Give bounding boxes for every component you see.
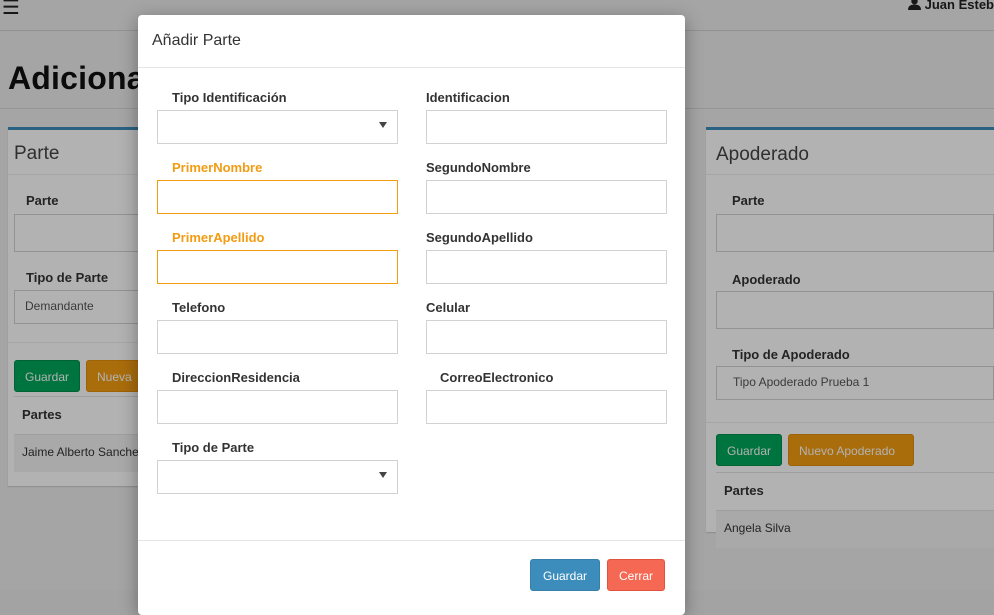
segundo-apellido-input[interactable] (426, 250, 667, 284)
caret-down-icon (379, 472, 387, 478)
direccion-residencia-label: DireccionResidencia (172, 370, 300, 385)
telefono-label: Telefono (172, 300, 226, 315)
caret-down-icon (379, 122, 387, 128)
modal-footer-divider (138, 540, 685, 541)
primer-nombre-label: PrimerNombre (172, 160, 263, 175)
identificacion-input[interactable] (426, 110, 667, 144)
primer-nombre-input[interactable] (157, 180, 398, 214)
celular-input[interactable] (426, 320, 667, 354)
direccion-residencia-input[interactable] (157, 390, 398, 424)
segundo-nombre-label: SegundoNombre (426, 160, 531, 175)
save-button[interactable]: Guardar (530, 559, 600, 591)
telefono-input[interactable] (157, 320, 398, 354)
tipo-parte-label: Tipo de Parte (172, 440, 255, 455)
identificacion-label: Identificacion (426, 90, 510, 105)
tipo-parte-select[interactable] (157, 460, 398, 494)
modal-title: Añadir Parte (152, 32, 241, 49)
modal-header: Añadir Parte (138, 15, 685, 68)
segundo-apellido-label: SegundoApellido (426, 230, 533, 245)
segundo-nombre-input[interactable] (426, 180, 667, 214)
primer-apellido-input[interactable] (157, 250, 398, 284)
tipo-identificacion-select[interactable] (157, 110, 398, 144)
add-parte-modal: Añadir Parte Tipo Identificación Identif… (138, 15, 685, 615)
close-button[interactable]: Cerrar (607, 559, 665, 591)
tipo-identificacion-label: Tipo Identificación (172, 90, 287, 105)
correo-electronico-input[interactable] (426, 390, 667, 424)
celular-label: Celular (426, 300, 471, 315)
correo-electronico-label: CorreoElectronico (440, 370, 554, 385)
primer-apellido-label: PrimerApellido (172, 230, 265, 245)
